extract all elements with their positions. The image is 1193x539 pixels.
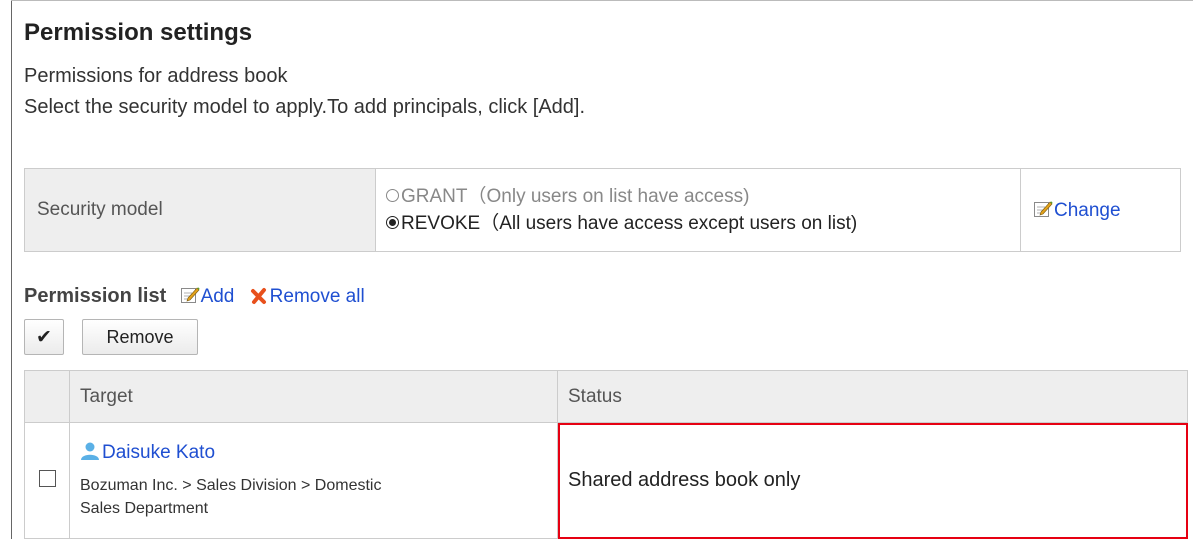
security-model-label: Security model bbox=[24, 168, 376, 252]
security-option-revoke-label: REVOKE（All users have access except user… bbox=[401, 213, 858, 234]
security-model-action-cell: Change bbox=[1020, 168, 1181, 252]
remove-all-link[interactable]: Remove all bbox=[240, 286, 365, 307]
change-link-label: Change bbox=[1054, 199, 1121, 221]
row-checkbox-cell bbox=[24, 422, 70, 539]
security-option-revoke: REVOKE（All users have access except user… bbox=[386, 210, 1020, 237]
user-organization-line1: Bozuman Inc. > Sales Division > Domestic bbox=[80, 477, 382, 494]
status-cell: Shared address book only bbox=[557, 422, 1188, 539]
row-checkbox[interactable] bbox=[38, 469, 56, 487]
select-all-button[interactable]: ✔ bbox=[24, 319, 64, 355]
column-header-checkbox bbox=[24, 370, 70, 423]
edit-icon bbox=[180, 287, 200, 303]
page-title: Permission settings bbox=[24, 19, 253, 46]
security-model-table: Security model GRANT（Only users on list … bbox=[24, 168, 1181, 252]
permission-list-header: Permission list Add Remove all bbox=[24, 285, 365, 308]
security-option-grant-label: GRANT（Only users on list have access) bbox=[401, 186, 750, 207]
add-link-label: Add bbox=[200, 286, 235, 307]
page-instructions: Select the security model to apply.To ad… bbox=[24, 96, 586, 118]
target-cell: Daisuke Kato Bozuman Inc. > Sales Divisi… bbox=[69, 422, 558, 539]
remove-x-icon bbox=[250, 288, 266, 304]
add-link[interactable]: Add bbox=[180, 286, 240, 307]
frame-border-left bbox=[11, 0, 12, 539]
security-option-grant: GRANT（Only users on list have access) bbox=[386, 183, 1020, 210]
user-icon bbox=[81, 442, 99, 460]
frame-border-top bbox=[11, 0, 1193, 1]
user-organization-line2: Sales Department bbox=[80, 500, 209, 517]
column-header-status: Status bbox=[557, 370, 1188, 423]
remove-button[interactable]: Remove bbox=[82, 319, 198, 355]
user-name-link[interactable]: Daisuke Kato bbox=[102, 442, 215, 463]
column-header-target: Target bbox=[69, 370, 558, 423]
security-model-options: GRANT（Only users on list have access) RE… bbox=[375, 168, 1021, 252]
change-security-link[interactable]: Change bbox=[1033, 200, 1121, 221]
page-description: Permissions for address book bbox=[24, 65, 288, 87]
permission-list-title: Permission list bbox=[24, 285, 167, 307]
user-entry: Daisuke Kato bbox=[80, 441, 557, 464]
radio-revoke bbox=[386, 216, 399, 229]
table-row: Daisuke Kato Bozuman Inc. > Sales Divisi… bbox=[24, 422, 1188, 539]
table-header-row: Target Status bbox=[24, 370, 1188, 423]
permission-list-table: Target Status Daisuke Kato Bozuman Inc. … bbox=[24, 370, 1188, 539]
edit-icon bbox=[1034, 201, 1053, 217]
radio-grant bbox=[386, 189, 399, 202]
remove-all-label: Remove all bbox=[269, 286, 365, 307]
